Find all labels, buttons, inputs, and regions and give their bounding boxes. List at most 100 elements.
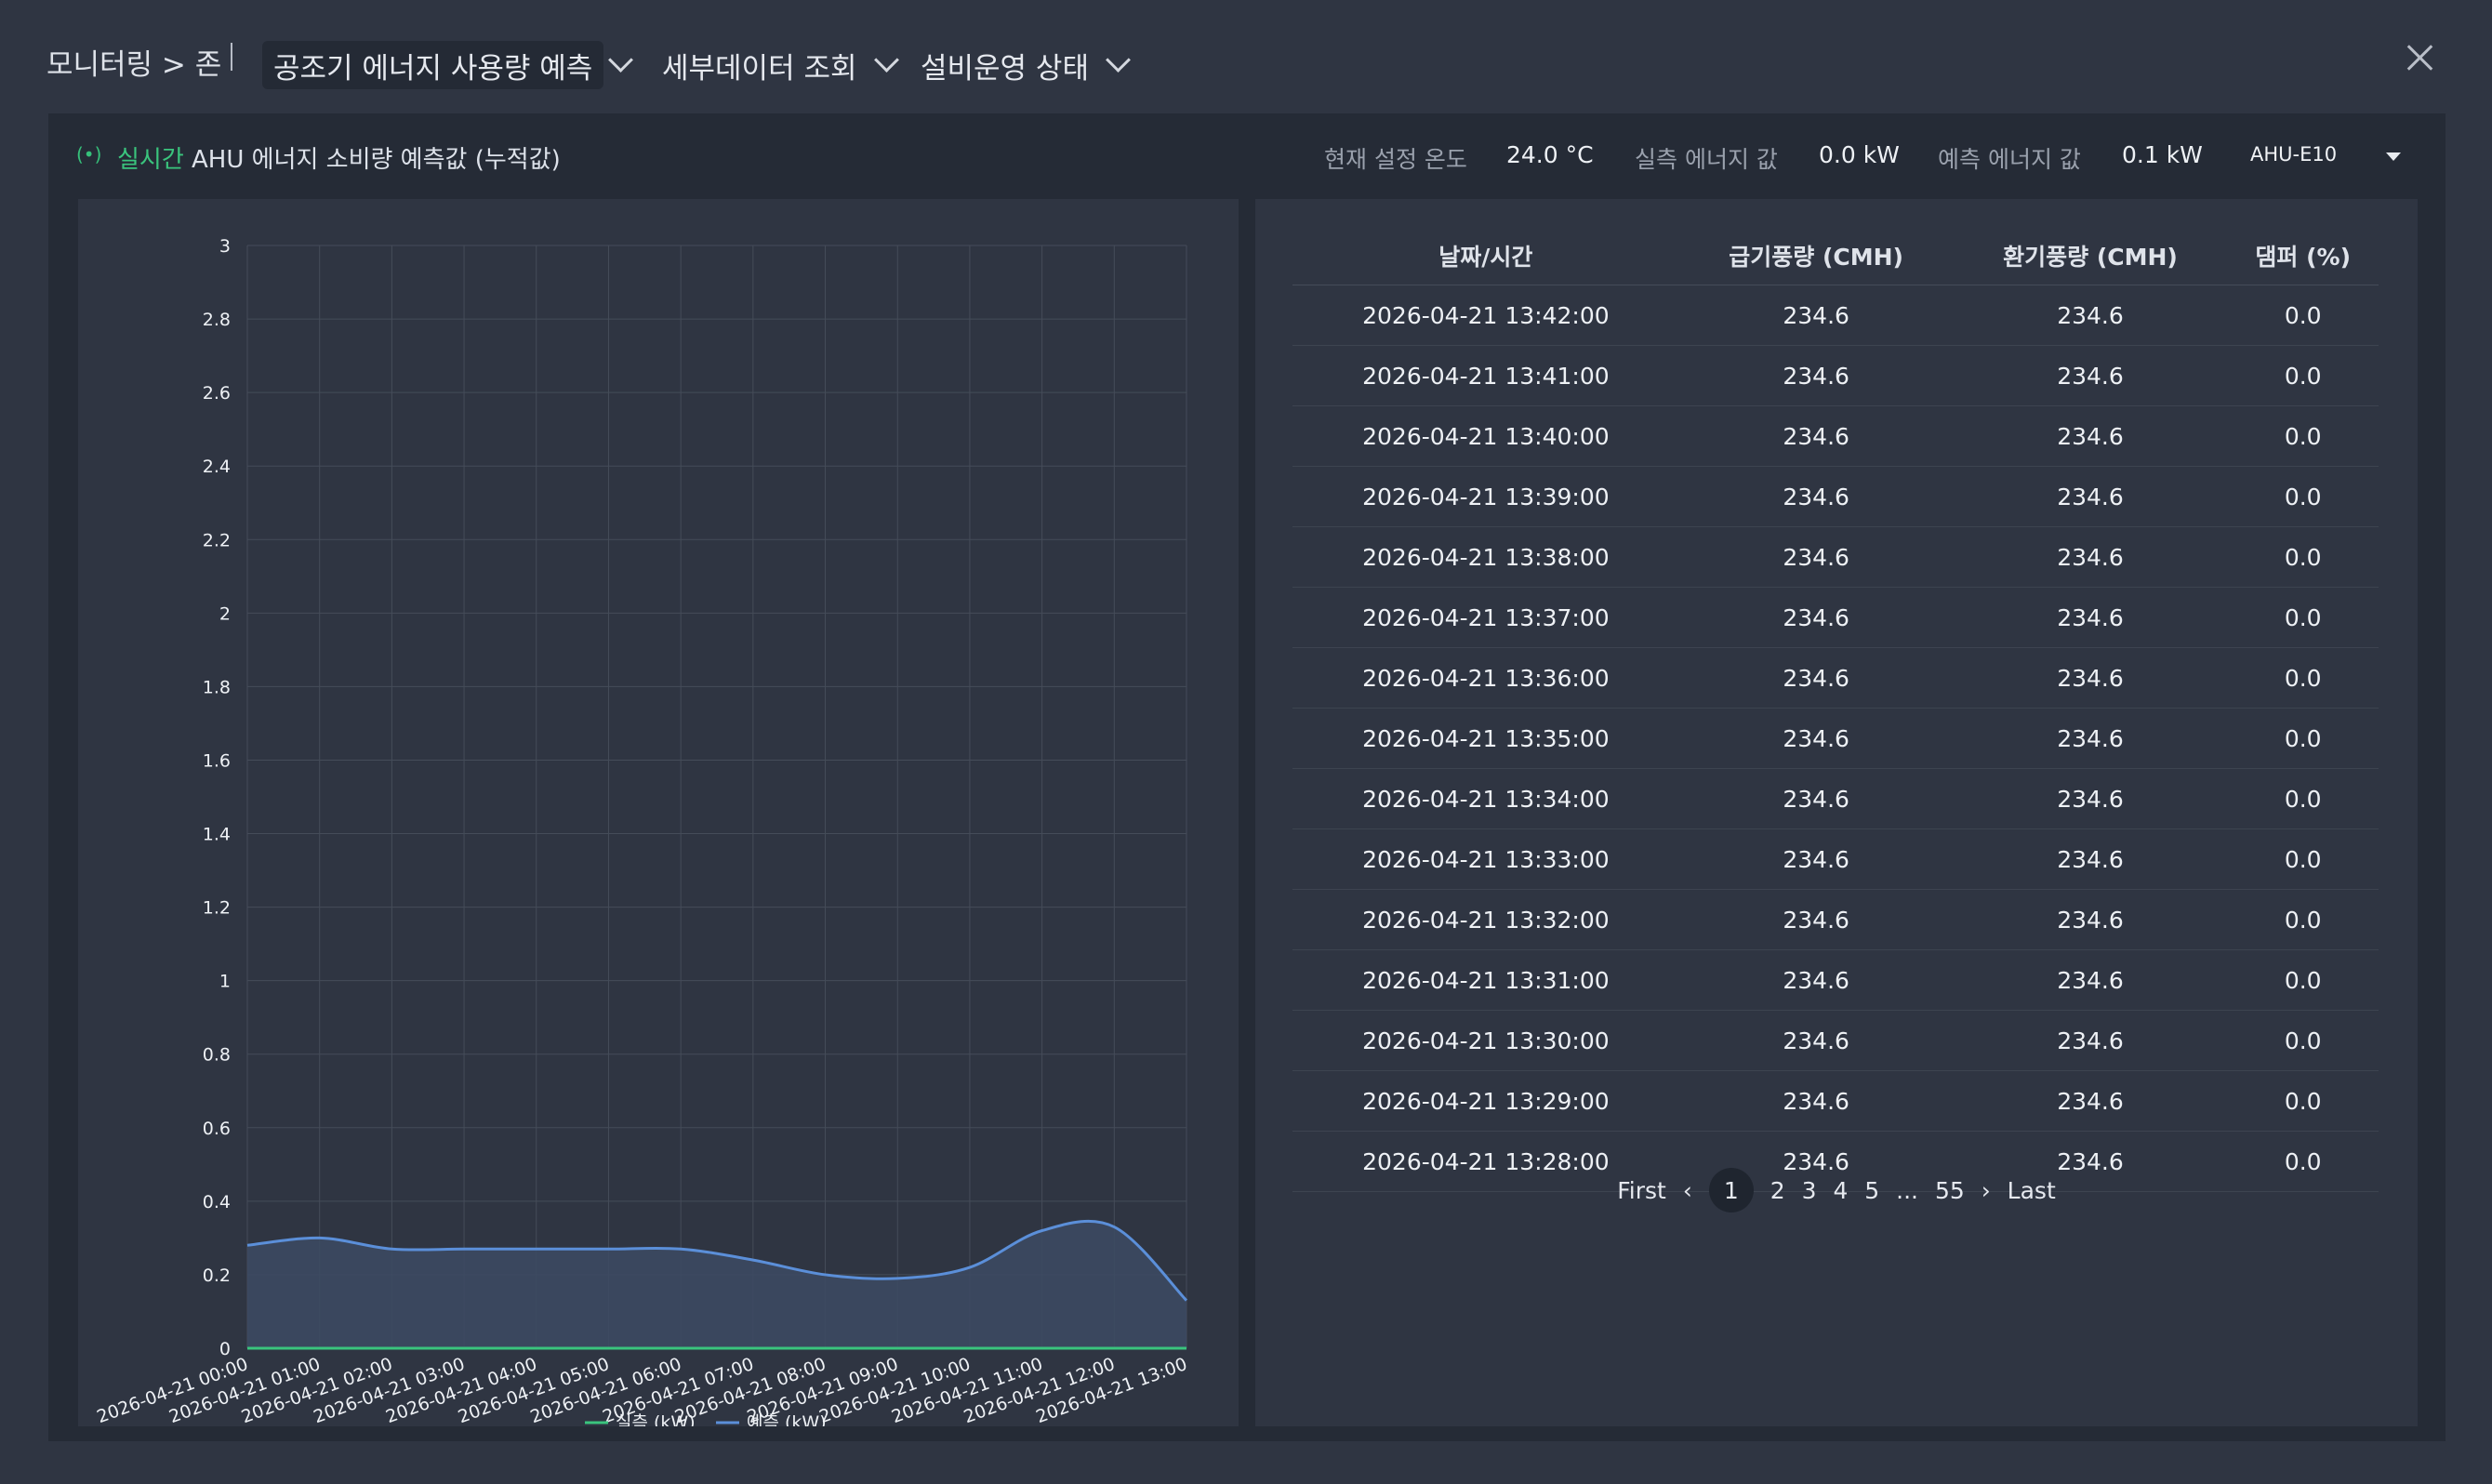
set-temp-value: 24.0 °C — [1506, 141, 1594, 168]
page-first[interactable]: First — [1617, 1177, 1666, 1204]
chart-container: 0 0.2 0.4 0.6 0.8 1 1.2 1.4 1.6 1.8 2 2.2 2.4 2.6 2.8 3… — [78, 199, 1239, 1433]
table-cell: 234.6 — [1953, 828, 2228, 890]
y-tick-label: 0.4 — [203, 1192, 231, 1212]
y-tick-label: 3 — [219, 236, 231, 257]
y-tick-label: 1 — [219, 972, 231, 992]
pred-energy-value: 0.1 kW — [2122, 141, 2203, 168]
chevron-down-icon — [873, 46, 899, 73]
table-cell: 0.0 — [2227, 405, 2379, 467]
table-cell: 234.6 — [1953, 285, 2228, 346]
table-cell: 234.6 — [1953, 889, 2228, 950]
data-table: 날짜/시간 급기풍량 (CMH) 환기풍량 (CMH) 댐퍼 (%) 2026-04-… — [1292, 227, 2379, 1192]
table-cell: 0.0 — [2227, 285, 2379, 346]
table-cell: 234.6 — [1953, 526, 2228, 588]
table-cell: 234.6 — [1953, 647, 2228, 709]
table-row: 2026-04-21 13:34:00 234.6 234.6 0.0 — [1292, 768, 2379, 829]
y-tick-label: 0.8 — [203, 1045, 231, 1066]
y-tick-label: 2.8 — [203, 310, 231, 330]
table-row: 2026-04-21 13:40:00 234.6 234.6 0.0 — [1292, 405, 2379, 467]
table-cell: 2026-04-21 13:36:00 — [1292, 647, 1679, 709]
column-header: 급기풍량 (CMH) — [1678, 227, 1954, 285]
table-cell: 234.6 — [1953, 587, 2228, 648]
table-cell: 234.6 — [1678, 647, 1954, 709]
page-prev[interactable]: ‹ — [1683, 1177, 1692, 1204]
page-next[interactable]: › — [1982, 1177, 1991, 1204]
table-row: 2026-04-21 13:31:00 234.6 234.6 0.0 — [1292, 949, 2379, 1011]
table-row: 2026-04-21 13:32:00 234.6 234.6 0.0 — [1292, 889, 2379, 950]
table-header-row: 날짜/시간 급기풍량 (CMH) 환기풍량 (CMH) 댐퍼 (%) — [1292, 227, 2379, 285]
pred-area — [247, 1221, 1186, 1348]
actual-energy-value: 0.0 kW — [1819, 141, 1900, 168]
live-label: 실시간 — [117, 146, 184, 174]
table-cell: 0.0 — [2227, 889, 2379, 950]
table-cell: 234.6 — [1678, 889, 1954, 950]
breadcrumb-separator — [231, 43, 232, 71]
pagination: First ‹ 1 2 3 4 5 ... 55 › Last — [1255, 1168, 2418, 1212]
table-cell: 0.0 — [2227, 1070, 2379, 1132]
table-row: 2026-04-21 13:42:00 234.6 234.6 0.0 — [1292, 285, 2379, 346]
caret-down-icon[interactable] — [2386, 152, 2401, 161]
page-4[interactable]: 4 — [1833, 1177, 1848, 1204]
table-cell: 234.6 — [1953, 708, 2228, 769]
column-header: 환기풍량 (CMH) — [1953, 227, 2228, 285]
column-header: 댐퍼 (%) — [2227, 227, 2379, 285]
table-cell: 234.6 — [1678, 1070, 1954, 1132]
table-cell: 0.0 — [2227, 708, 2379, 769]
tab-detail-data[interactable]: 세부데이터 조회 — [662, 41, 901, 89]
table-cell: 0.0 — [2227, 1010, 2379, 1071]
table-cell: 0.0 — [2227, 828, 2379, 890]
page-last[interactable]: Last — [2008, 1177, 2056, 1204]
unit-select[interactable]: AHU-E10 — [2250, 143, 2337, 166]
table-row: 2026-04-21 13:39:00 234.6 234.6 0.0 — [1292, 466, 2379, 527]
y-tick-label: 2.6 — [203, 383, 231, 404]
tab-equipment-status[interactable]: 설비운영 상태 — [921, 41, 1133, 89]
y-tick-label: 0 — [219, 1339, 231, 1359]
table-cell: 2026-04-21 13:31:00 — [1292, 949, 1679, 1011]
table-cell: 234.6 — [1678, 526, 1954, 588]
table-cell: 2026-04-21 13:30:00 — [1292, 1010, 1679, 1071]
table-cell: 234.6 — [1953, 768, 2228, 829]
page-ellipsis: ... — [1896, 1176, 1918, 1204]
y-tick-label: 1.4 — [203, 825, 231, 845]
table-cell: 0.0 — [2227, 587, 2379, 648]
table-cell: 2026-04-21 13:37:00 — [1292, 587, 1679, 648]
legend-pred-label: 예측 (kW) — [747, 1412, 827, 1426]
page-last-number[interactable]: 55 — [1935, 1177, 1965, 1204]
broadcast-icon: (•) — [76, 143, 102, 166]
table-cell: 234.6 — [1953, 466, 2228, 527]
tab-label: 세부데이터 조회 — [662, 51, 857, 86]
y-tick-label: 2 — [219, 603, 231, 624]
set-temp-label: 현재 설정 온도 — [1324, 146, 1467, 173]
table-cell: 234.6 — [1678, 587, 1954, 648]
page-1[interactable]: 1 — [1708, 1168, 1754, 1212]
table-cell: 0.0 — [2227, 647, 2379, 709]
table-cell: 0.0 — [2227, 768, 2379, 829]
table-row: 2026-04-21 13:38:00 234.6 234.6 0.0 — [1292, 526, 2379, 588]
table-body: 2026-04-21 13:42:00 234.6 234.6 0.0 2026-04-… — [1292, 285, 2379, 1192]
y-tick-label: 1.8 — [203, 677, 231, 697]
y-tick-label: 0.2 — [203, 1265, 231, 1286]
tab-energy-prediction[interactable]: 공조기 에너지 사용량 예측 — [262, 41, 604, 89]
y-tick-label: 2.4 — [203, 457, 231, 477]
page-5[interactable]: 5 — [1864, 1177, 1879, 1204]
table-cell: 234.6 — [1678, 828, 1954, 890]
tab-energy-prediction-dropdown[interactable] — [606, 41, 635, 89]
table-cell: 234.6 — [1678, 345, 1954, 406]
page-2[interactable]: 2 — [1770, 1177, 1785, 1204]
column-header: 날짜/시간 — [1292, 227, 1679, 285]
panel-header: (•) 실시간 AHU 에너지 소비량 예측값 (누적값) 현재 설정 온도 2… — [48, 113, 2446, 197]
table-row: 2026-04-21 13:41:00 234.6 234.6 0.0 — [1292, 345, 2379, 406]
table-cell: 234.6 — [1678, 768, 1954, 829]
table-row: 2026-04-21 13:37:00 234.6 234.6 0.0 — [1292, 587, 2379, 648]
table-cell: 234.6 — [1678, 466, 1954, 527]
table-cell: 2026-04-21 13:42:00 — [1292, 285, 1679, 346]
table-cell: 234.6 — [1678, 949, 1954, 1011]
table-row: 2026-04-21 13:30:00 234.6 234.6 0.0 — [1292, 1010, 2379, 1071]
page-3[interactable]: 3 — [1802, 1177, 1817, 1204]
energy-chart: 0 0.2 0.4 0.6 0.8 1 1.2 1.4 1.6 1.8 2 2.2 2.4 2.6 2.8 3… — [94, 236, 1189, 1433]
y-tick-label: 1.2 — [203, 898, 231, 919]
close-icon[interactable] — [2401, 39, 2438, 76]
table-cell: 234.6 — [1953, 949, 2228, 1011]
table-cell: 2026-04-21 13:29:00 — [1292, 1070, 1679, 1132]
table-cell: 0.0 — [2227, 345, 2379, 406]
